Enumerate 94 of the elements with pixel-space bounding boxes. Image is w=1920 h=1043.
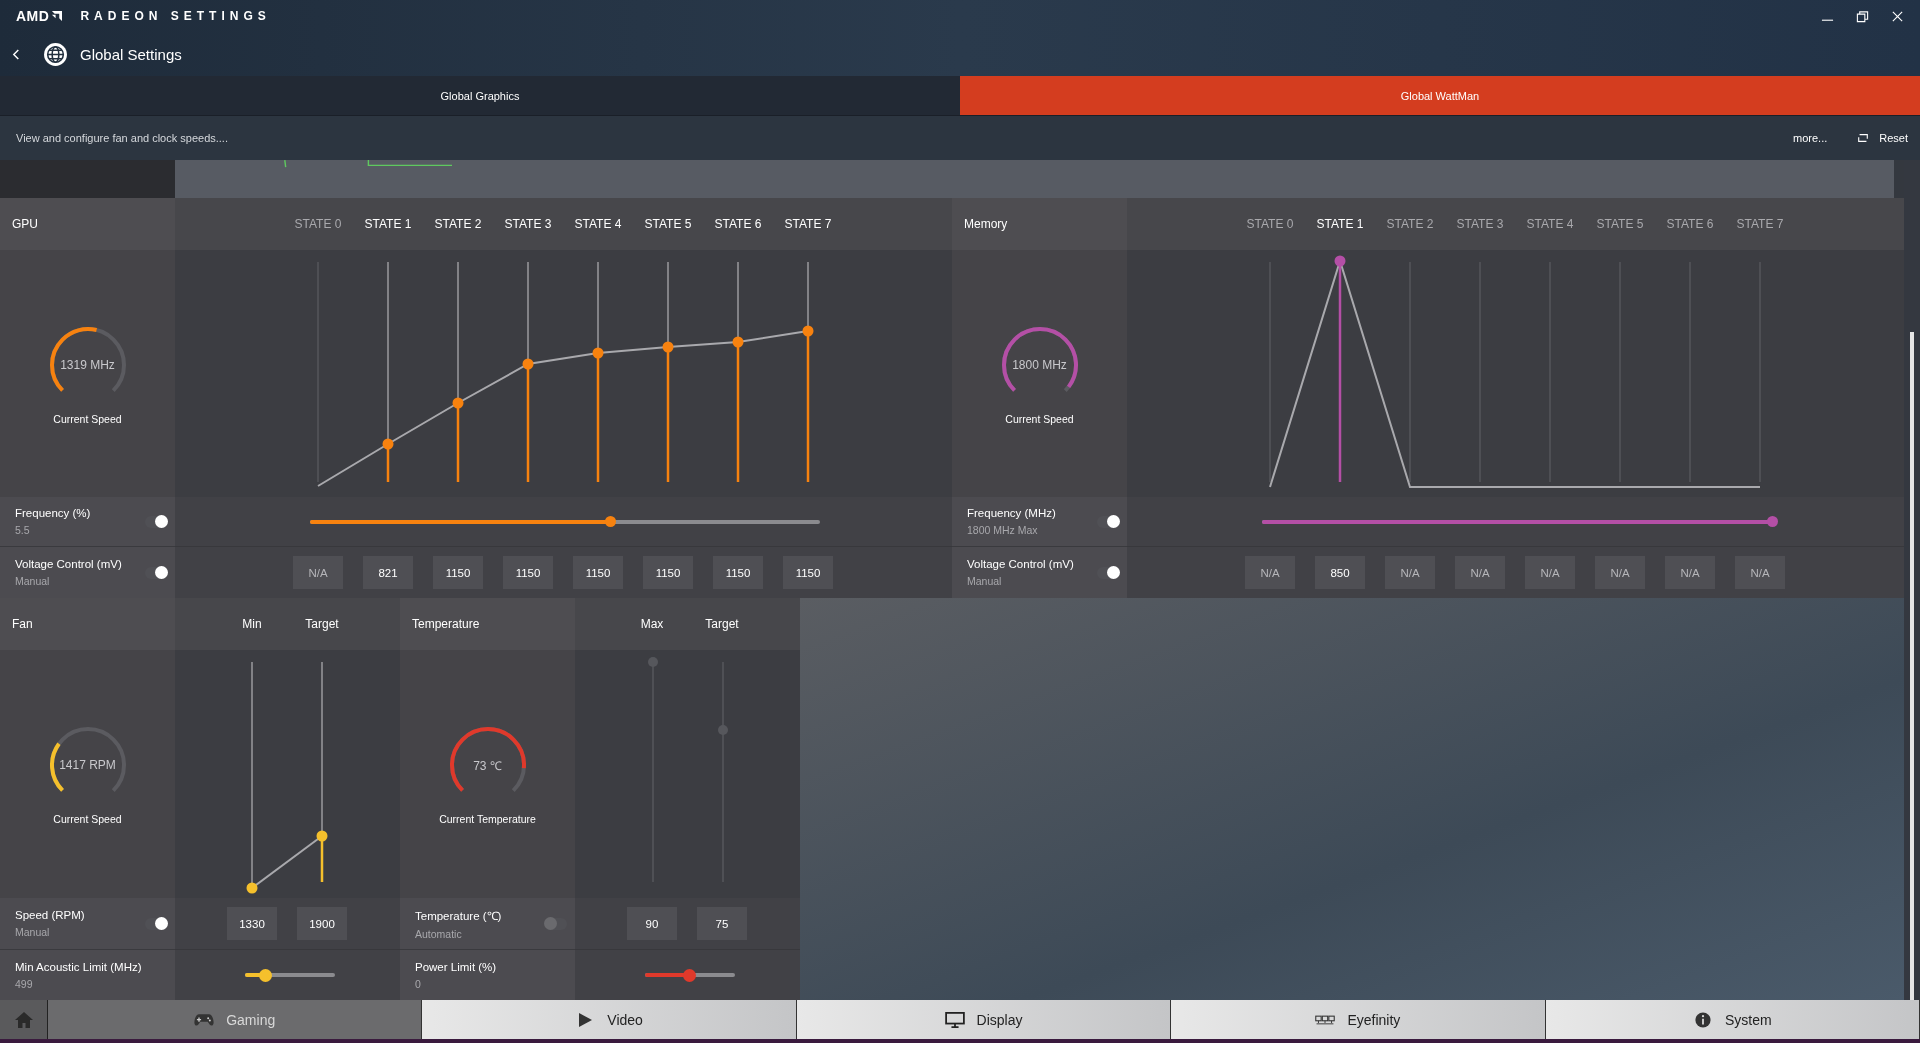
- toggle-switch[interactable]: [145, 917, 167, 930]
- state-label: STATE 5: [644, 217, 692, 231]
- state-label: STATE 4: [574, 217, 622, 231]
- toggle-switch[interactable]: [145, 515, 167, 528]
- setting-value: 1800 MHz Max: [967, 524, 1039, 536]
- home-icon: [13, 1010, 34, 1029]
- setting-label: Voltage Control (mV): [15, 558, 122, 570]
- state-label: STATE 6: [1666, 217, 1714, 231]
- value-field[interactable]: 1330: [227, 907, 277, 940]
- state-label: STATE 3: [1456, 217, 1504, 231]
- setting-value: Manual: [15, 575, 51, 587]
- setting-label: Temperature (℃): [415, 908, 502, 923]
- nav-tab[interactable]: Eyefinity: [1171, 1000, 1546, 1039]
- setting-label: Frequency (MHz): [967, 507, 1056, 519]
- gamepad-icon: [194, 1011, 215, 1028]
- setting-label: Frequency (%): [15, 507, 91, 519]
- state-label: STATE 0: [294, 217, 342, 231]
- back-icon[interactable]: [12, 47, 21, 61]
- tab[interactable]: Global WattMan: [960, 76, 1920, 116]
- reset-button[interactable]: Reset: [1879, 132, 1908, 144]
- column-label: Target: [705, 617, 739, 631]
- column-label: Max: [640, 617, 664, 631]
- nav-tab[interactable]: System: [1545, 1000, 1920, 1039]
- gauge-reading: 1800 MHz: [1012, 357, 1067, 372]
- globe-icon: [43, 41, 68, 67]
- panel-title: Memory: [964, 217, 1008, 231]
- setting-label: Voltage Control (mV): [967, 558, 1074, 570]
- setting-value: 499: [15, 977, 34, 990]
- setting-label: Power Limit (%): [415, 960, 497, 973]
- gauge-reading: 1319 MHz: [60, 357, 115, 372]
- app-title: RADEON SETTINGS: [80, 9, 271, 23]
- panel-title: Fan: [12, 617, 33, 631]
- page-title: Global Settings: [80, 45, 182, 63]
- panel-title: Temperature: [412, 617, 480, 631]
- tab[interactable]: Global Graphics: [0, 76, 960, 116]
- voltage-field[interactable]: 1150: [573, 556, 623, 589]
- state-label: STATE 7: [784, 217, 832, 231]
- gauge-caption: Current Speed: [1005, 412, 1074, 425]
- brand-logo: AMD: [16, 8, 50, 24]
- gauge-reading: 73 ℃: [473, 757, 502, 774]
- reset-icon[interactable]: [1857, 132, 1870, 144]
- nav-tab[interactable]: Gaming: [48, 1000, 423, 1039]
- slider-thumb[interactable]: [259, 968, 273, 982]
- state-label: STATE 1: [364, 217, 412, 231]
- value-field[interactable]: 90: [627, 907, 677, 940]
- state-label: STATE 5: [1596, 217, 1644, 231]
- value-field[interactable]: 75: [697, 907, 747, 940]
- column-label: Target: [305, 617, 339, 631]
- slider-thumb[interactable]: [682, 968, 696, 982]
- column-label: Min: [242, 617, 262, 631]
- state-label: STATE 2: [1386, 217, 1434, 231]
- gauge-reading: 1417 RPM: [59, 758, 116, 772]
- panel-title: GPU: [12, 217, 38, 231]
- more-link[interactable]: more...: [1793, 132, 1828, 144]
- state-label: STATE 4: [1526, 217, 1574, 231]
- monitor-icon: [944, 1011, 965, 1028]
- setting-value: 5.5: [15, 524, 31, 536]
- voltage-field[interactable]: 1150: [643, 556, 693, 589]
- restore-icon[interactable]: [1856, 9, 1869, 23]
- info-icon: [1693, 1011, 1713, 1028]
- logo-arrow-icon: [51, 10, 63, 22]
- nav-tab[interactable]: Video: [422, 1000, 797, 1039]
- toggle-switch[interactable]: [1097, 515, 1119, 528]
- scrollbar[interactable]: [1910, 332, 1914, 1000]
- state-label: STATE 7: [1736, 217, 1784, 231]
- voltage-field[interactable]: 850: [1315, 556, 1365, 589]
- voltage-field[interactable]: 1150: [713, 556, 763, 589]
- state-label: STATE 2: [434, 217, 482, 231]
- setting-value: Manual: [15, 926, 51, 938]
- nav-tab[interactable]: Display: [796, 1000, 1172, 1039]
- value-field[interactable]: 1900: [297, 907, 347, 940]
- toggle-switch[interactable]: [1097, 566, 1119, 579]
- setting-value: Manual: [967, 575, 1003, 587]
- state-label: STATE 0: [1246, 217, 1294, 231]
- voltage-field[interactable]: 821: [363, 556, 413, 589]
- close-icon[interactable]: [1891, 9, 1904, 23]
- setting-label: Min Acoustic Limit (MHz): [15, 960, 142, 973]
- gauge-caption: Current Speed: [53, 813, 122, 825]
- state-label: STATE 6: [714, 217, 762, 231]
- setting-value: Automatic: [415, 927, 463, 940]
- gauge-caption: Current Speed: [53, 412, 122, 425]
- description-text: View and configure fan and clock speeds....: [16, 132, 228, 144]
- toggle-switch[interactable]: [145, 566, 167, 579]
- voltage-field[interactable]: 1150: [433, 556, 483, 589]
- gauge-caption: Current Temperature: [439, 813, 536, 825]
- slider-thumb[interactable]: [1766, 516, 1778, 527]
- voltage-field[interactable]: 1150: [503, 556, 553, 589]
- setting-label: Speed (RPM): [15, 909, 85, 921]
- setting-value: 0: [415, 977, 422, 990]
- state-label: STATE 3: [504, 217, 552, 231]
- toggle-switch[interactable]: [545, 917, 567, 930]
- slider-thumb[interactable]: [605, 516, 617, 527]
- state-label: STATE 1: [1316, 217, 1364, 231]
- voltage-field[interactable]: 1150: [783, 556, 833, 589]
